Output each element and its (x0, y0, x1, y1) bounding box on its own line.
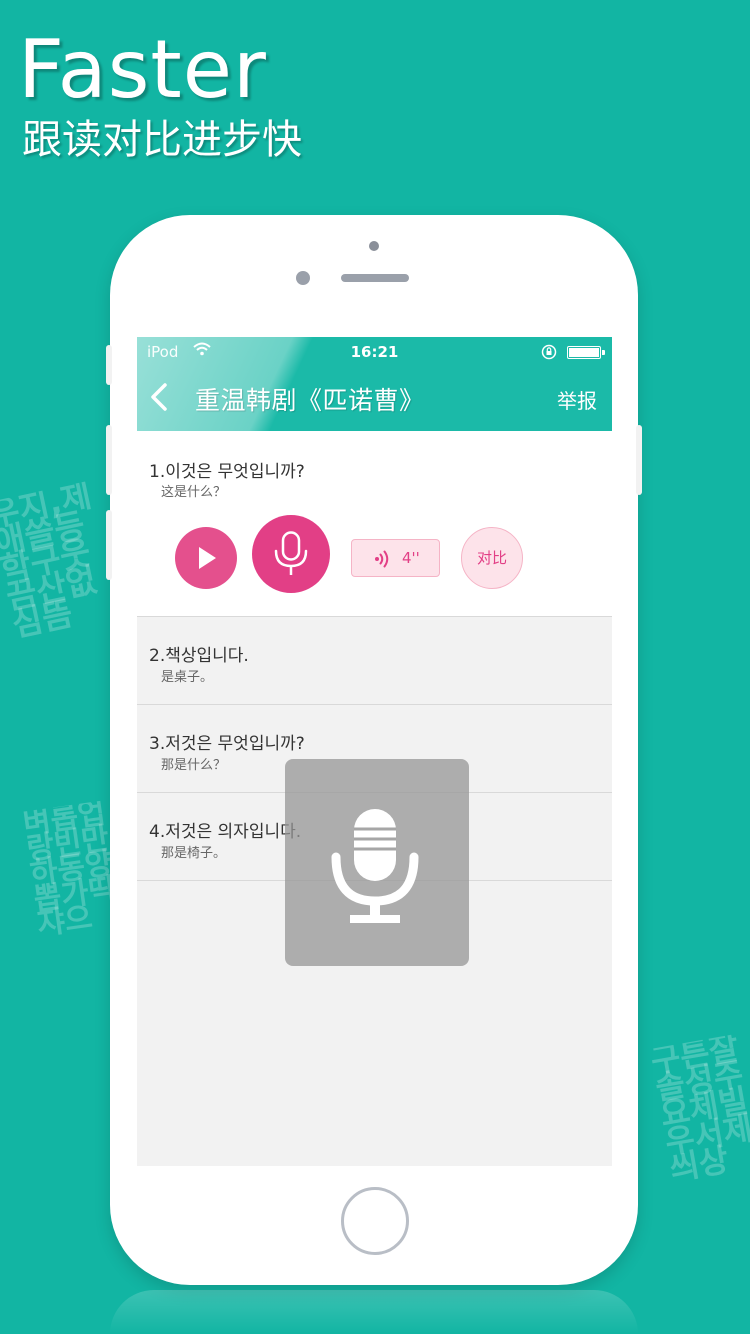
battery-icon (567, 346, 605, 359)
report-button[interactable]: 举报 (557, 385, 597, 414)
sentence-chinese: 那是什么？ (161, 758, 227, 773)
status-bar: iPod 16:21 (137, 337, 612, 367)
compare-label: 对比 (476, 549, 507, 567)
phone-reflection (110, 1290, 638, 1334)
front-camera (296, 271, 310, 285)
hero-title: Faster (18, 23, 267, 116)
play-button[interactable] (175, 527, 237, 589)
rotation-lock-icon (541, 344, 557, 360)
chevron-left-icon[interactable] (145, 381, 175, 413)
phone-power-button (636, 425, 642, 495)
app-screen: iPod 16:21 重温韩剧《匹诺曹》 举报 1.이것은 무엇입니까? 这是什… (137, 337, 612, 1166)
hero-subtitle: 跟读对比进步快 (22, 117, 302, 163)
phone-mute-switch (106, 345, 112, 385)
phone-volume-down (106, 510, 112, 580)
microphone-icon (274, 531, 308, 575)
microphone-icon (331, 809, 419, 923)
home-button[interactable] (341, 1187, 409, 1255)
recording-playback-button[interactable]: 4'' (351, 539, 440, 577)
sentence-chinese: 那是椅子。 (161, 846, 227, 861)
recording-overlay (285, 759, 469, 966)
app-header: iPod 16:21 重温韩剧《匹诺曹》 举报 (137, 337, 612, 431)
sentence-korean: 2.책상입니다. (149, 646, 249, 666)
record-button[interactable] (252, 515, 330, 593)
playback-duration: 4'' (402, 549, 420, 567)
play-icon (199, 547, 216, 569)
decorative-hangul-cloud: 구튼잘솔성주요체빌우서제씌상 (648, 1032, 750, 1184)
phone-sensor-dot (369, 241, 379, 251)
practice-controls: 4'' 对比 (137, 431, 612, 617)
phone-volume-up (106, 425, 112, 495)
list-item-active[interactable]: 1.이것은 무엇입니까? 这是什么？ 4'' 对比 (137, 431, 612, 617)
sentence-chinese: 是桌子。 (161, 670, 214, 685)
decorative-hangul-cloud: 우지,제애쓸등학구웃끔산없심뜸 (0, 480, 101, 640)
compare-button[interactable]: 对比 (461, 527, 523, 589)
page-title: 重温韩剧《匹诺曹》 (195, 386, 425, 415)
sound-wave-icon (375, 550, 389, 568)
earpiece-speaker (341, 274, 409, 282)
sentence-korean: 3.저것은 무엇입니까? (149, 734, 305, 754)
sentence-korean: 4.저것은 의자입니다. (149, 822, 302, 842)
list-item[interactable]: 2.책상입니다. 是桌子。 (137, 617, 612, 705)
